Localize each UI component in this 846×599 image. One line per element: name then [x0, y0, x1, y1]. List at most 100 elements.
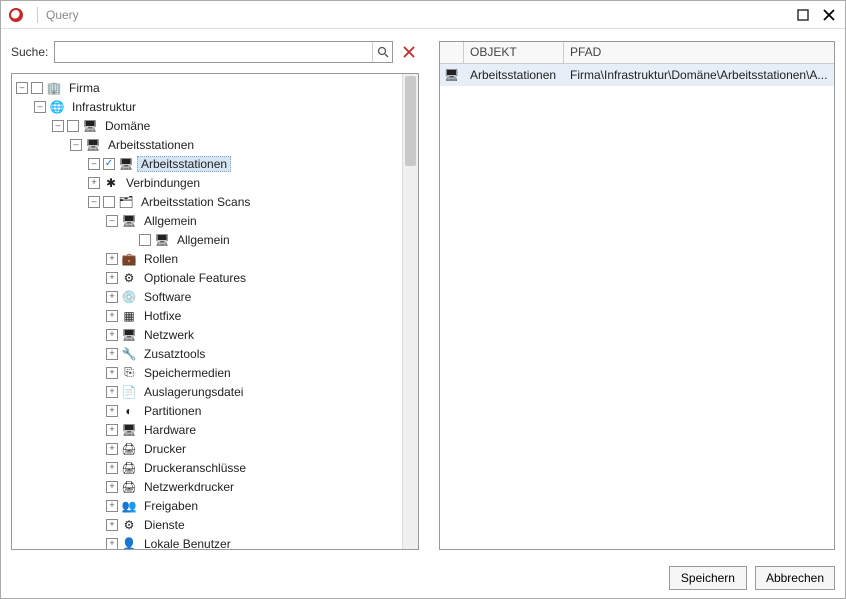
tree-item[interactable]: +◐Partitionen — [16, 401, 402, 420]
tree-item[interactable]: +🖨Druckeranschlüsse — [16, 458, 402, 477]
expand-icon[interactable]: + — [106, 329, 118, 341]
collapse-icon[interactable]: – — [106, 215, 118, 227]
usb-icon: ⎘ — [121, 365, 137, 381]
tree-item[interactable]: +⚙Dienste — [16, 515, 402, 534]
maximize-icon[interactable] — [795, 7, 811, 23]
expand-icon[interactable]: + — [106, 481, 118, 493]
tree-item[interactable]: +📄Auslagerungsdatei — [16, 382, 402, 401]
tree-item[interactable]: –🗂Arbeitsstation Scans — [16, 192, 402, 211]
tree-item[interactable]: +💼Rollen — [16, 249, 402, 268]
collapse-icon[interactable]: – — [16, 82, 28, 94]
checkbox[interactable] — [31, 82, 43, 94]
tree-item[interactable]: +🖥Netzwerk — [16, 325, 402, 344]
expand-icon[interactable]: + — [106, 367, 118, 379]
part-icon: ◐ — [121, 403, 137, 419]
tree-item-label: Lokale Benutzer — [140, 536, 235, 550]
user-icon: 👤 — [121, 536, 137, 550]
tree-scroll[interactable]: –🏢Firma–🌐Infrastruktur–🖥Domäne–🖥Arbeitss… — [12, 74, 402, 549]
tree-item[interactable]: –🏢Firma — [16, 78, 402, 97]
tree-item[interactable]: +⎘Speichermedien — [16, 363, 402, 382]
checkbox[interactable] — [67, 120, 79, 132]
tree-item-label: Hotfixe — [140, 308, 185, 324]
tree-item[interactable]: +✱Verbindungen — [16, 173, 402, 192]
tree-item[interactable]: –🖥Domäne — [16, 116, 402, 135]
collapse-icon[interactable]: – — [52, 120, 64, 132]
tree-item-label: Partitionen — [140, 403, 205, 419]
tree-item[interactable]: –🌐Infrastruktur — [16, 97, 402, 116]
tree-item[interactable]: +👤Lokale Benutzer — [16, 534, 402, 549]
expand-icon[interactable]: + — [106, 443, 118, 455]
grid-header-object[interactable]: OBJEKT — [464, 42, 564, 63]
tree-item-label: Netzwerk — [140, 327, 198, 343]
save-button[interactable]: Speichern — [669, 566, 747, 590]
cancel-button[interactable]: Abbrechen — [755, 566, 835, 590]
titlebar-divider — [37, 7, 38, 23]
svc-icon: ⚙ — [121, 517, 137, 533]
tree-item[interactable]: –🖥Allgemein — [16, 211, 402, 230]
tree-item[interactable]: –✓🖥Arbeitsstationen — [16, 154, 402, 173]
expand-icon[interactable]: + — [106, 253, 118, 265]
expand-icon[interactable]: + — [106, 462, 118, 474]
tree-item-label: Optionale Features — [140, 270, 250, 286]
expand-icon[interactable]: + — [106, 424, 118, 436]
tree-item[interactable]: +🖥Hardware — [16, 420, 402, 439]
tree-item[interactable]: +⚙Optionale Features — [16, 268, 402, 287]
collapse-icon[interactable]: – — [88, 158, 100, 170]
grid-header: OBJEKT PFAD — [440, 42, 834, 64]
tree-item-label: Verbindungen — [122, 175, 204, 191]
tree-scrollbar[interactable] — [402, 74, 418, 549]
checkbox[interactable] — [139, 234, 151, 246]
tree-item[interactable]: 🖥Allgemein — [16, 230, 402, 249]
collapse-icon[interactable]: – — [88, 196, 100, 208]
checkbox[interactable]: ✓ — [103, 158, 115, 170]
tree-item[interactable]: +🔧Zusatztools — [16, 344, 402, 363]
close-icon[interactable] — [821, 7, 837, 23]
tree-item[interactable]: +💿Software — [16, 287, 402, 306]
table-row[interactable]: 🖥ArbeitsstationenFirma\Infrastruktur\Dom… — [440, 64, 834, 86]
feat-icon: ⚙ — [121, 270, 137, 286]
search-icon[interactable] — [372, 42, 392, 62]
tree-item-label: Arbeitsstationen — [104, 137, 198, 153]
tree-item[interactable]: –🖥Arbeitsstationen — [16, 135, 402, 154]
page-icon: 📄 — [121, 384, 137, 400]
checkbox[interactable] — [103, 196, 115, 208]
tree-item[interactable]: +▦Hotfixe — [16, 306, 402, 325]
tree-item[interactable]: +👥Freigaben — [16, 496, 402, 515]
expand-icon[interactable]: + — [106, 519, 118, 531]
collapse-icon[interactable]: – — [70, 139, 82, 151]
search-clear-icon[interactable] — [399, 41, 419, 63]
hotfix-icon: ▦ — [121, 308, 137, 324]
expand-icon[interactable]: + — [106, 386, 118, 398]
expand-icon[interactable]: + — [106, 310, 118, 322]
tree-item-label: Allgemein — [173, 232, 234, 248]
tree-item-label: Software — [140, 289, 195, 305]
grid-body: 🖥ArbeitsstationenFirma\Infrastruktur\Dom… — [440, 64, 834, 549]
expand-icon[interactable]: + — [88, 177, 100, 189]
search-row: Suche: — [11, 41, 419, 63]
tree-item-label: Firma — [65, 80, 104, 96]
expand-icon[interactable]: + — [106, 272, 118, 284]
collapse-icon[interactable]: – — [34, 101, 46, 113]
expand-icon[interactable]: + — [106, 538, 118, 550]
expand-icon[interactable]: + — [106, 348, 118, 360]
app-icon — [9, 8, 23, 22]
search-input[interactable] — [55, 42, 372, 62]
cell-path: Firma\Infrastruktur\Domäne\Arbeitsstatio… — [564, 68, 834, 82]
tree-item[interactable]: +🖨Drucker — [16, 439, 402, 458]
tree-item-label: Dienste — [140, 517, 189, 533]
tree-item-label: Freigaben — [140, 498, 202, 514]
print-icon: 🖨 — [121, 479, 137, 495]
tree: –🏢Firma–🌐Infrastruktur–🖥Domäne–🖥Arbeitss… — [12, 74, 402, 549]
expand-icon[interactable]: + — [106, 500, 118, 512]
grid-header-path[interactable]: PFAD — [564, 42, 834, 63]
tree-item-label: Druckeranschlüsse — [140, 460, 250, 476]
tree-item-label: Netzwerkdrucker — [140, 479, 238, 495]
grid-header-icon-col[interactable] — [440, 42, 464, 63]
tree-item[interactable]: +🖨Netzwerkdrucker — [16, 477, 402, 496]
scrollbar-thumb[interactable] — [405, 76, 416, 166]
right-column: OBJEKT PFAD 🖥ArbeitsstationenFirma\Infra… — [439, 41, 835, 550]
expand-icon[interactable]: + — [106, 291, 118, 303]
ws-icon: 🖥 — [121, 213, 137, 229]
roles-icon: 💼 — [121, 251, 137, 267]
expand-icon[interactable]: + — [106, 405, 118, 417]
